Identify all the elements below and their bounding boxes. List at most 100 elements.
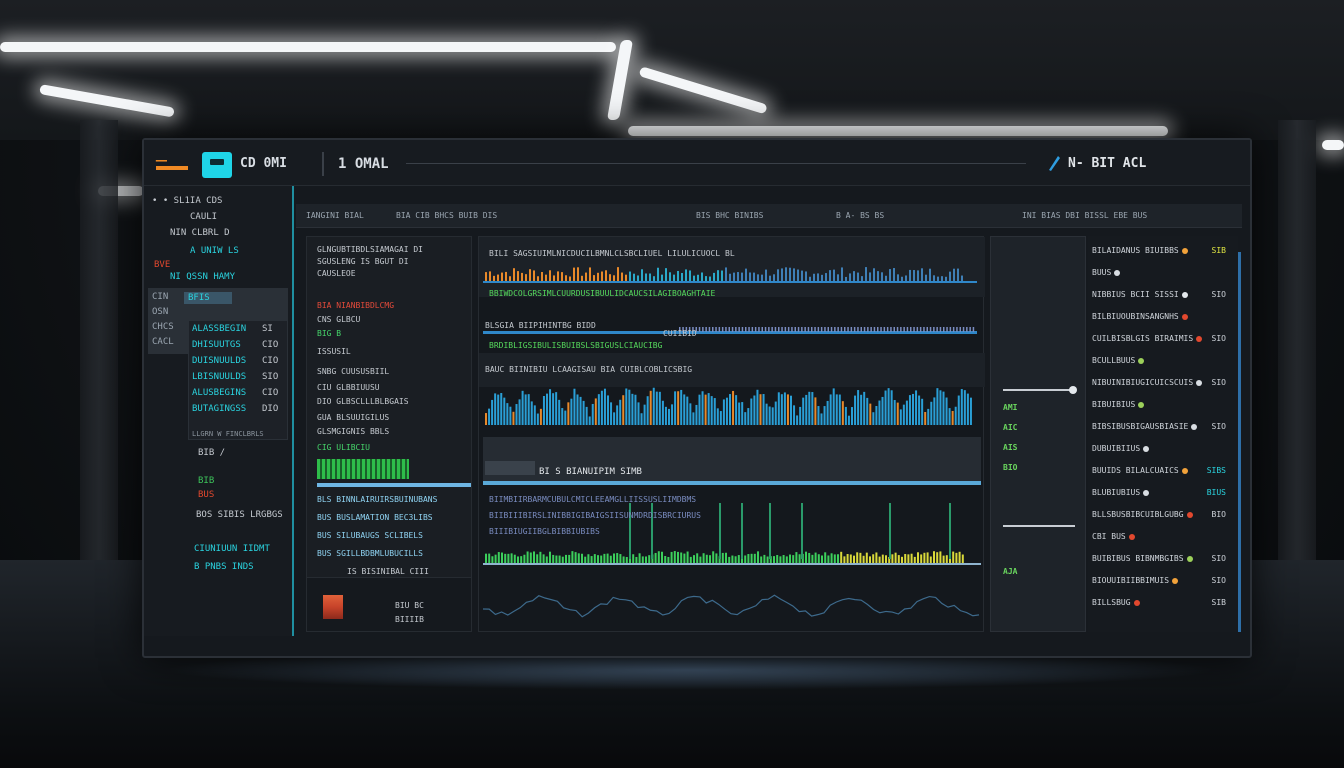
row4-bar	[549, 551, 551, 563]
toolbar-item[interactable]: BIS BHC BINIBS	[696, 211, 763, 220]
channel-row[interactable]: BUUIDS BILALCUAICS SIBS	[1092, 466, 1232, 480]
signal-row[interactable]: CIG ULIBCIU	[317, 443, 370, 452]
row4-bar	[747, 554, 750, 563]
channel-row[interactable]: BILBIUOUBINSANGNHS	[1092, 312, 1232, 326]
signal-row[interactable]: ISSUSIL	[317, 347, 351, 356]
channel-row[interactable]: BUIBIBUS BIBNMBGIBS SIO	[1092, 554, 1232, 568]
channel-row[interactable]: BILLSBUG SIB	[1092, 598, 1232, 612]
row1-bar	[581, 275, 583, 281]
tab-title[interactable]: 1 OMAL	[322, 152, 396, 176]
channel-value: SIB	[1211, 598, 1226, 607]
signal-row[interactable]: CNS GLBCU	[317, 315, 360, 324]
row3-bar	[884, 390, 887, 425]
sidebar-block-label[interactable]: CHCS	[152, 322, 174, 332]
channel-row[interactable]: BUUS	[1092, 268, 1232, 282]
signal-lower-row[interactable]: BUS BUSLAMATION BEC3LIBS	[317, 513, 433, 522]
sidebar-item[interactable]: A UNIW LS	[190, 246, 239, 256]
row4-spike	[719, 503, 721, 559]
channel-value: SIO	[1211, 290, 1226, 299]
signal-row[interactable]: GUA BLSUUIGILUS	[317, 413, 389, 422]
sidebar-active-label[interactable]: BFIS	[188, 293, 210, 303]
row1-bar	[881, 272, 883, 281]
sidebar-item[interactable]: NI QSSN HAMY	[170, 272, 235, 282]
sidebar-lower-item[interactable]: BUS	[198, 490, 214, 500]
channel-row[interactable]: NIBUINIBIUGICUICSCUIS SIO	[1092, 378, 1232, 392]
signal-lower-row[interactable]: BLS BINNLAIRUIRSBUINUBANS	[317, 495, 437, 504]
row4-bar	[865, 552, 868, 563]
row1-bar	[513, 268, 515, 281]
channel-row[interactable]: BILAIDANUS BIUIBBS SIB	[1092, 246, 1232, 260]
channel-name: NIBUINIBIUGICUICSCUIS	[1092, 378, 1194, 387]
channel-row[interactable]: BLUBIUBIUS BIUS	[1092, 488, 1232, 502]
row2-tick	[745, 327, 747, 332]
slider-knob[interactable]	[1069, 386, 1077, 394]
channel-value: BIUS	[1206, 488, 1226, 497]
channel-row[interactable]: BIBSIBUSBIGAUSBIASIE SIO	[1092, 422, 1232, 436]
row3-bar	[521, 390, 524, 425]
row3-bar	[908, 395, 911, 425]
row4-bar	[827, 555, 830, 563]
channel-row[interactable]: CBI BUS	[1092, 532, 1232, 546]
toolbar-item[interactable]: INI BIAS DBI BISSL EBE BUS	[1022, 211, 1147, 220]
channel-row[interactable]: DUBUIBIIUS	[1092, 444, 1232, 458]
sidebar-block-label[interactable]: CACL	[152, 337, 174, 347]
pillar	[80, 120, 118, 560]
sidebar-block-label[interactable]: OSN	[152, 307, 168, 317]
channel-row[interactable]: CUILBISBLGIS BIRAIMIS SIO	[1092, 334, 1232, 348]
pen-icon[interactable]	[1046, 154, 1062, 172]
row3-bar	[780, 394, 783, 425]
channel-row[interactable]: BIOUUIBIIBBIMUIS SIO	[1092, 576, 1232, 590]
row4-bar	[561, 556, 564, 563]
status-dot-icon	[1196, 379, 1203, 386]
sidebar-item[interactable]: CAULI	[190, 212, 217, 222]
slider-track[interactable]	[1003, 525, 1075, 527]
scrollbar[interactable]	[1238, 252, 1241, 632]
sidebar-lower-item[interactable]: B PNBS INDS	[194, 562, 254, 572]
row4-bar	[929, 556, 932, 563]
channel-row[interactable]: NIBBIUS BCII SISSI SIO	[1092, 290, 1232, 304]
signal-row[interactable]: DIO GLBSCLLLBLBGAIS	[317, 397, 409, 406]
slider-track[interactable]	[1003, 389, 1075, 391]
row2-tick	[797, 327, 800, 332]
signal-lower-row[interactable]: BUS SILUBAUGS SCLIBELS	[317, 531, 423, 540]
signal-row[interactable]: GLNGUBTIBDLSIAMAGAI DI	[317, 245, 423, 254]
channel-row[interactable]: BLLSBUSBIBCUIBLGUBG BIO	[1092, 510, 1232, 524]
app-icon[interactable]	[202, 152, 232, 178]
row3-bar	[664, 406, 667, 425]
row1-bar	[821, 274, 823, 281]
row1-bar	[809, 276, 811, 281]
signal-lower-row[interactable]: BUS SGILLBDBMLUBUCILLS	[317, 549, 423, 558]
row1-bar	[833, 269, 835, 281]
sidebar-lower-item[interactable]: CIUNIUUN IIDMT	[194, 544, 270, 554]
signal-row[interactable]: SGUSLENG IS BGUT DI	[317, 257, 409, 266]
signal-row[interactable]: BIA NIANBIBDLCMG	[317, 301, 394, 310]
sidebar-block-label[interactable]: CIN	[152, 292, 168, 302]
signal-row[interactable]: SNBG CUUSUSBIIL	[317, 367, 389, 376]
signal-row[interactable]: GLSMGIGNIS BBLS	[317, 427, 389, 436]
sidebar-item[interactable]: • • SL1IA CDS	[152, 196, 222, 206]
channel-row[interactable]: BIBUIBIUS	[1092, 400, 1232, 414]
row3-bar	[878, 400, 881, 425]
row3-bar	[805, 394, 808, 425]
toolbar-item[interactable]: IANGINI BIAL	[306, 211, 364, 220]
toolbar-item[interactable]: B A- BS BS	[836, 211, 884, 220]
sidebar-item[interactable]: BVE	[154, 260, 170, 270]
signal-row[interactable]: BIG B	[317, 329, 341, 338]
toolbar-item[interactable]: BIA CIB BHCS BUIB DIS	[396, 211, 497, 220]
sidebar-lower-item[interactable]: BIB /	[198, 448, 225, 458]
sidebar-lower-item[interactable]: BOS SIBIS LRGBGS	[196, 510, 283, 520]
row3-bar	[820, 413, 823, 425]
signal-row[interactable]: CIU GLBBIUUSU	[317, 383, 380, 392]
chart-panel-header	[483, 437, 981, 485]
row3-bar	[658, 391, 661, 425]
channel-name: BCULLBUUS	[1092, 356, 1136, 365]
status-row-label: DHISUUTGS	[192, 340, 241, 350]
app-icon-inner	[210, 159, 224, 165]
row1-bar	[729, 273, 731, 281]
signal-row[interactable]: CAUSLEOE	[317, 269, 356, 278]
channel-row[interactable]: BCULLBUUS	[1092, 356, 1232, 370]
row3-bar	[686, 396, 689, 425]
sidebar-lower-item[interactable]: BIB	[198, 476, 214, 486]
row2-tick	[952, 327, 955, 332]
sidebar-item[interactable]: NIN CLBRL D	[170, 228, 230, 238]
